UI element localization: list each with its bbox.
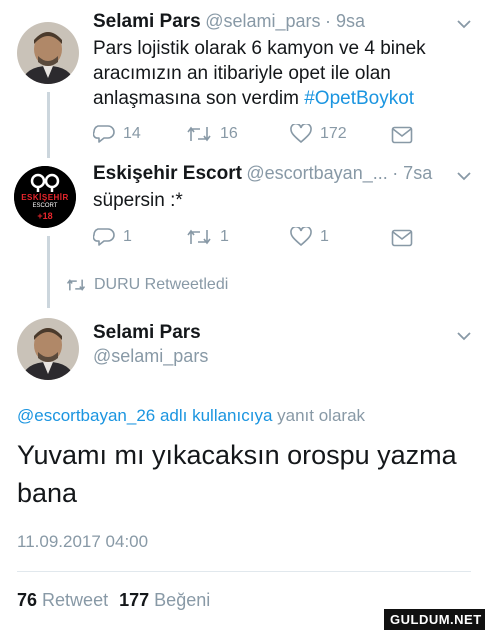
- retweet-icon: [187, 126, 211, 142]
- reply-icon: [93, 228, 115, 246]
- tweet2-header: Eskişehir Escort @escortbayan_... · 7sa: [93, 163, 432, 185]
- main-caret-icon[interactable]: [456, 328, 472, 346]
- tweet1-name[interactable]: Selami Pars: [93, 11, 201, 32]
- tweet1-like-count: 172: [320, 125, 347, 142]
- avatar-eskisehir-escort[interactable]: ESKİŞEHİR ESCORT +18: [14, 166, 76, 228]
- reply-context: @escortbayan_26 adlı kullanıcıya yanıt o…: [17, 406, 365, 426]
- retweet-count[interactable]: 76: [17, 590, 37, 610]
- tweet2-handle[interactable]: @escortbayan_...: [246, 163, 387, 183]
- tweet2-dm-icon[interactable]: [391, 229, 413, 252]
- main-datetime[interactable]: 11.09.2017 04:00: [17, 532, 148, 552]
- tweet1-dm-icon[interactable]: [391, 126, 413, 149]
- tweet1-header: Selami Pars @selami_pars · 9sa: [93, 11, 365, 33]
- avatar-text-line3: +18: [37, 211, 53, 221]
- tweet1-reply-button[interactable]: 14: [93, 124, 141, 144]
- retweet-label[interactable]: Retweet: [42, 590, 108, 610]
- avatar-selami-pars[interactable]: [17, 22, 79, 84]
- retweet-icon: [187, 229, 211, 245]
- tweet1-text: Pars lojistik olarak 6 kamyon ve 4 binek…: [93, 36, 468, 111]
- watermark: GULDUM.NET: [384, 609, 485, 630]
- tweet1-handle[interactable]: @selami_pars: [205, 11, 320, 31]
- reply-to-handle[interactable]: @escortbayan_26 adlı kullanıcıya: [17, 406, 272, 425]
- reply-icon: [93, 125, 115, 143]
- tweet1-reply-count: 14: [123, 125, 141, 142]
- thread-line: [47, 92, 50, 158]
- tweet1-hashtag[interactable]: #OpetBoykot: [304, 88, 414, 109]
- retweet-banner-text: DURU Retweetledi: [94, 276, 229, 293]
- tweet1-retweet-count: 16: [220, 125, 238, 142]
- tweet1-like-button[interactable]: 172: [290, 124, 347, 144]
- like-label[interactable]: Beğeni: [154, 590, 210, 610]
- tweet1-retweet-button[interactable]: 16: [186, 124, 238, 144]
- tweet2-like-button[interactable]: 1: [290, 227, 329, 247]
- tweet1-time[interactable]: · 9sa: [325, 11, 365, 31]
- main-stats: 76 Retweet 177 Beğeni: [17, 590, 210, 611]
- heart-icon: [290, 227, 312, 247]
- thread-line: [47, 236, 50, 308]
- reply-to-suffix: yanıt olarak: [272, 406, 366, 425]
- avatar-selami-pars-main[interactable]: [17, 318, 79, 380]
- avatar-text-line2: ESCORT: [32, 203, 58, 209]
- retweet-banner[interactable]: DURU Retweetledi: [66, 276, 228, 294]
- tweet2-reply-button[interactable]: 1: [93, 227, 132, 247]
- stats-divider: [17, 571, 471, 572]
- tweet2-text: süpersin :*: [93, 190, 183, 211]
- tweet2-like-count: 1: [320, 228, 329, 245]
- main-handle[interactable]: @selami_pars: [93, 346, 208, 367]
- tweet2-reply-count: 1: [123, 228, 132, 245]
- avatar-text-line1: ESKİŞEHİR: [21, 193, 69, 202]
- like-count[interactable]: 177: [119, 590, 149, 610]
- tweet2-retweet-button[interactable]: 1: [186, 227, 229, 247]
- heart-icon: [290, 124, 312, 144]
- tweet1-caret-icon[interactable]: [456, 16, 472, 34]
- tweet2-name[interactable]: Eskişehir Escort: [93, 163, 242, 184]
- tweet2-caret-icon[interactable]: [456, 168, 472, 186]
- retweet-small-icon: [66, 279, 86, 291]
- main-name[interactable]: Selami Pars: [93, 322, 201, 344]
- main-text: Yuvamı mı yıkacaksın orospu yazma bana: [17, 440, 457, 508]
- tweet2-retweet-count: 1: [220, 228, 229, 245]
- tweet2-time[interactable]: · 7sa: [392, 163, 432, 183]
